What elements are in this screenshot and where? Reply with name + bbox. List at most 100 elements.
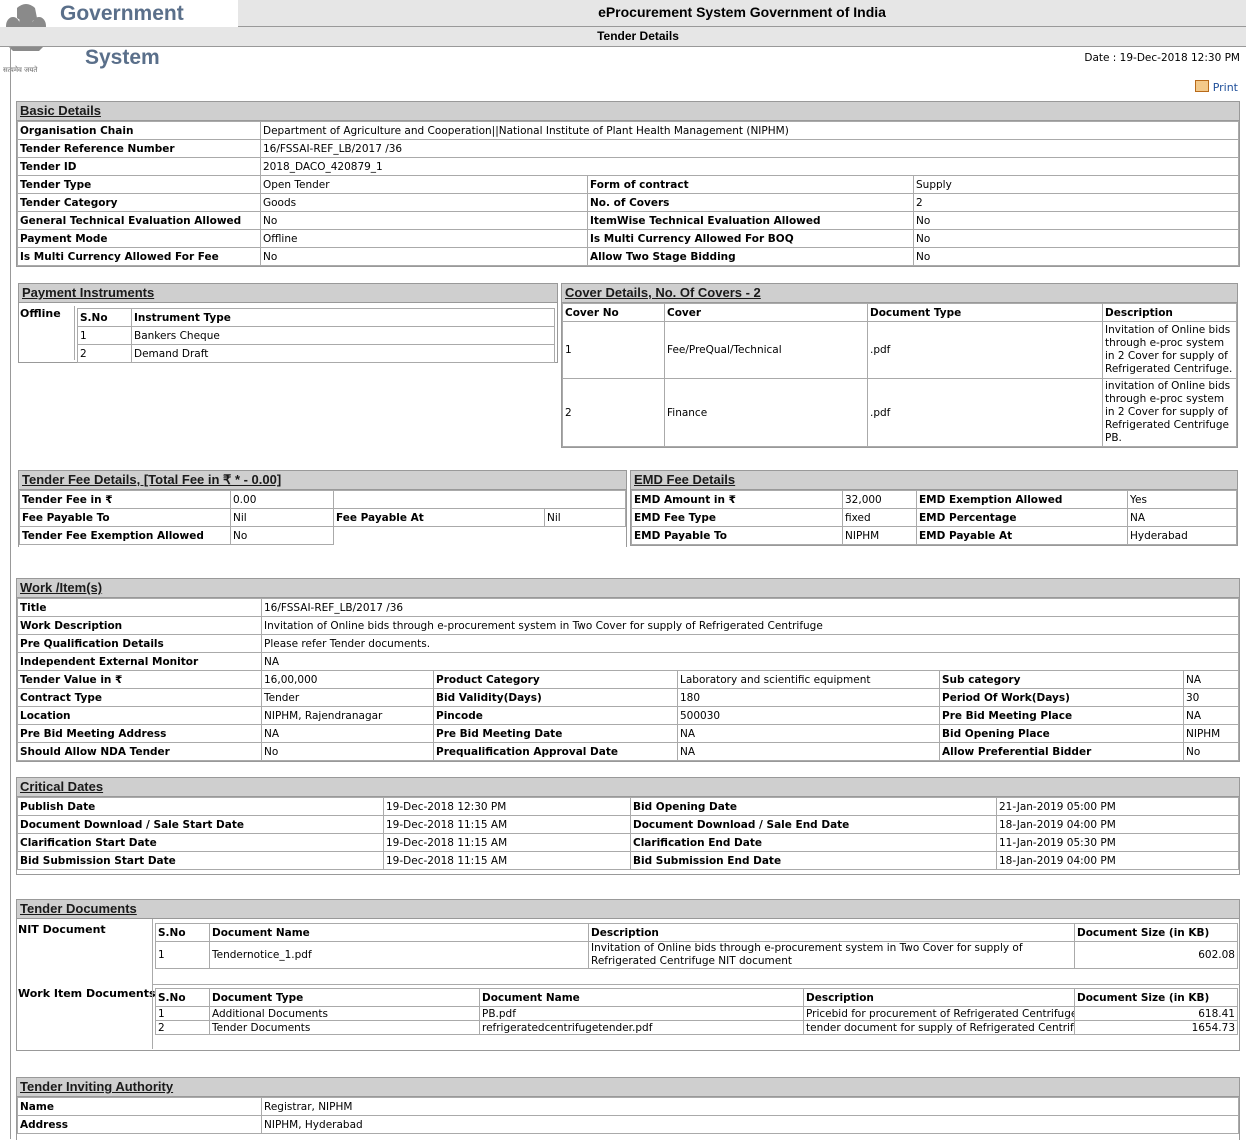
authority-table: Name Registrar, NIPHM Address NIPHM, Hyder…	[17, 1097, 1239, 1134]
col-description: Description	[1102, 303, 1237, 322]
table-row: Pre Bid Meeting Address NA Pre Bid Meeting…	[17, 724, 1239, 743]
table-header-row: S.No Document Name Description Document Siz…	[155, 923, 1238, 942]
cell-doc-type: Tender Documents	[209, 1020, 480, 1035]
page-subtitle-text: Tender Details	[597, 29, 679, 43]
label-clarification-end: Clarification End Date	[630, 833, 997, 852]
work-item-documents-table: S.No Document Type Document Name Descriptio…	[155, 988, 1238, 1035]
label-tender-value: Tender Value in ₹	[17, 670, 262, 689]
label-emd-amount: EMD Amount in ₹	[631, 490, 843, 509]
label-contract-type: Contract Type	[17, 688, 262, 707]
label-fee-payable-at: Fee Payable At	[333, 508, 545, 527]
value-iem: NA	[261, 652, 1239, 671]
col-instrument-type: Instrument Type	[131, 308, 555, 327]
cell-sno: 1	[155, 941, 210, 969]
value-pincode: 500030	[677, 706, 940, 725]
tender-fee-section: Tender Fee Details, [Total Fee in ₹ * - …	[18, 470, 627, 547]
table-row: 2 Demand Draft	[77, 344, 555, 363]
label-prebid-date: Pre Bid Meeting Date	[433, 724, 678, 743]
emblem-caption: सत्यमेव जयते	[3, 66, 38, 74]
cell-cover: Fee/PreQual/Technical	[664, 321, 868, 379]
date-stamp: Date : 19-Dec-2018 12:30 PM	[1084, 52, 1240, 64]
section-title-basic: Basic Details	[17, 102, 1239, 121]
label-bid-opening-date: Bid Opening Date	[630, 797, 997, 816]
value-work-title: 16/FSSAI-REF_LB/2017 /36	[261, 598, 1239, 617]
label-emd-payable-at: EMD Payable At	[916, 526, 1128, 545]
doc-link[interactable]: refrigeratedcentrifugetender.pdf	[479, 1020, 804, 1035]
print-label: Print	[1212, 81, 1238, 94]
col-doc-size: Document Size (in KB)	[1074, 923, 1238, 942]
label-authority-address: Address	[17, 1115, 262, 1134]
doc-link[interactable]: PB.pdf	[479, 1006, 804, 1021]
left-rule	[10, 46, 11, 1139]
label-tender-category: Tender Category	[17, 193, 261, 212]
cover-details-section: Cover Details, No. Of Covers - 2 Cover N…	[561, 283, 1238, 448]
value-prebid-place: NA	[1183, 706, 1239, 725]
value-fee-payable-at: Nil	[544, 508, 626, 527]
instrument-table-wrap: S.No Instrument Type 1 Bankers Cheque 2 Dem…	[74, 306, 555, 363]
table-row: 1 Tendernotice_1.pdf Invitation of Online …	[155, 941, 1238, 969]
value-download-start: 19-Dec-2018 11:15 AM	[383, 815, 631, 834]
col-doc-name: Document Name	[479, 988, 804, 1007]
label-prequal-date: Prequalification Approval Date	[433, 742, 678, 761]
cell-cover: Finance	[664, 378, 868, 447]
cell-instrument-type: Demand Draft	[131, 344, 555, 363]
emd-table: EMD Amount in ₹32,000 EMD Exemption Allow…	[631, 490, 1237, 545]
col-description: Description	[803, 988, 1075, 1007]
table-row: Tender Fee in ₹0.00	[19, 490, 626, 509]
table-row: Address NIPHM, Hyderabad	[17, 1115, 1239, 1134]
table-row: Tender Category Goods No. of Covers 2	[17, 193, 1239, 212]
value-nda: No	[261, 742, 434, 761]
table-header-row: S.No Document Type Document Name Descriptio…	[155, 988, 1238, 1007]
table-row: Clarification Start Date 19-Dec-2018 11:1…	[17, 833, 1239, 852]
label-bid-validity: Bid Validity(Days)	[433, 688, 678, 707]
page-header-title: eProcurement System Government of India	[238, 0, 1246, 27]
cell-sno: 2	[77, 344, 132, 363]
cell-sno: 1	[155, 1006, 210, 1021]
section-title-tender-fee: Tender Fee Details, [Total Fee in ₹ * - …	[19, 471, 626, 490]
table-row: 1 Bankers Cheque	[77, 326, 555, 345]
table-row: Tender Reference Number 16/FSSAI-REF_LB/2…	[17, 139, 1239, 158]
section-title-work: Work /Item(s)	[17, 579, 1239, 598]
label-gte: General Technical Evaluation Allowed	[17, 211, 261, 230]
cell-cover-no: 2	[562, 378, 665, 447]
cell-doc-size: 602.08	[1074, 941, 1238, 969]
label-submission-start: Bid Submission Start Date	[17, 851, 384, 870]
empty-cell	[333, 490, 626, 509]
value-fee-payable-to: Nil	[230, 508, 334, 527]
label-bid-opening-place: Bid Opening Place	[939, 724, 1184, 743]
label-preferential-bidder: Allow Preferential Bidder	[939, 742, 1184, 761]
cell-doc-type: .pdf	[867, 378, 1103, 447]
payment-instruments-section: Payment Instruments Offline S.No Instrume…	[18, 283, 558, 363]
col-sno: S.No	[77, 308, 132, 327]
label-emd-fee-type: EMD Fee Type	[631, 508, 843, 527]
table-row: Organisation Chain Department of Agricult…	[17, 121, 1239, 140]
value-ref: 16/FSSAI-REF_LB/2017 /36	[260, 139, 1239, 158]
table-row: Document Download / Sale Start Date 19-De…	[17, 815, 1239, 834]
label-iem: Independent External Monitor	[17, 652, 262, 671]
value-prebid-address: NA	[261, 724, 434, 743]
work-items-section: Work /Item(s) Title 16/FSSAI-REF_LB/2017 …	[16, 578, 1240, 762]
value-emd-percentage: NA	[1127, 508, 1237, 527]
cell-sno: 2	[155, 1020, 210, 1035]
work-docs-table-wrap: S.No Document Type Document Name Descriptio…	[152, 984, 1240, 1049]
label-emd-exemption: EMD Exemption Allowed	[916, 490, 1128, 509]
table-row: Is Multi Currency Allowed For Fee No Allow…	[17, 247, 1239, 266]
section-title-cover: Cover Details, No. Of Covers - 2	[562, 284, 1237, 303]
section-title-dates: Critical Dates	[17, 778, 1239, 797]
table-row: General Technical Evaluation Allowed No It…	[17, 211, 1239, 230]
cell-description: Pricebid for procurement of Refrigerated…	[803, 1006, 1075, 1021]
value-mc-fee: No	[260, 247, 588, 266]
value-product-category: Laboratory and scientific equipment	[677, 670, 940, 689]
label-mc-boq: Is Multi Currency Allowed For BOQ	[587, 229, 914, 248]
value-clarification-start: 19-Dec-2018 11:15 AM	[383, 833, 631, 852]
label-fee-exemption: Tender Fee Exemption Allowed	[19, 526, 231, 545]
doc-link[interactable]: Tendernotice_1.pdf	[209, 941, 589, 969]
printer-icon	[1194, 80, 1209, 92]
label-pincode: Pincode	[433, 706, 678, 725]
table-row: Contract Type Tender Bid Validity(Days) 180…	[17, 688, 1239, 707]
print-link[interactable]: Print	[1194, 80, 1238, 94]
label-prebid-address: Pre Bid Meeting Address	[17, 724, 262, 743]
cell-cover-no: 1	[562, 321, 665, 379]
label-sub-category: Sub category	[939, 670, 1184, 689]
value-work-desc: Invitation of Online bids through e-proc…	[261, 616, 1239, 635]
